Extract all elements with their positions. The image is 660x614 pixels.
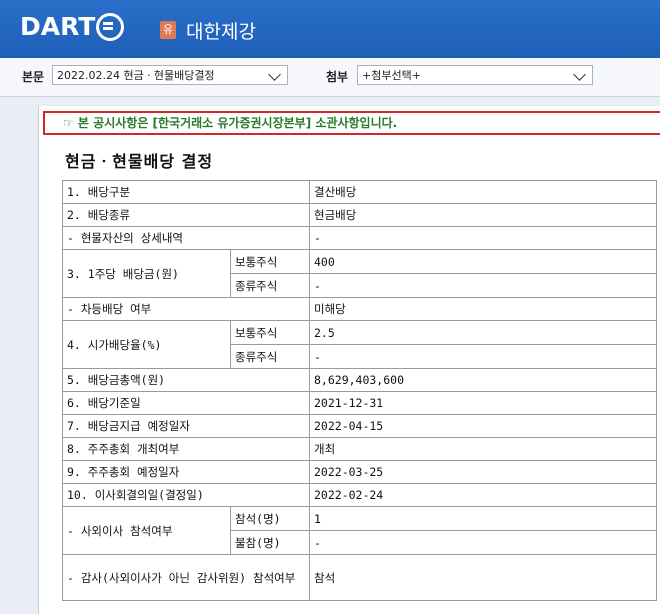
row-value: 개최 <box>309 437 657 461</box>
row-label: 1. 배당구분 <box>62 180 310 204</box>
header-bar: DART 유 대한제강 <box>0 0 660 58</box>
table-row: 9. 주주총회 예정일자 2022-03-25 <box>62 460 657 484</box>
row-value: 1 <box>309 506 657 531</box>
row-label: - 사외이사 참석여부 <box>62 506 231 555</box>
row-sublabel: 보통주식 <box>230 249 310 274</box>
row-sublabel: 불참(명) <box>230 530 310 555</box>
row-label: 7. 배당금지급 예정일자 <box>62 414 310 438</box>
row-label: 6. 배당기준일 <box>62 391 310 415</box>
row-sublabel: 참석(명) <box>230 506 310 531</box>
row-label: 4. 시가배당율(%) <box>62 320 231 369</box>
main-doc-select-value: 2022.02.24 현금ㆍ현물배당결정 <box>57 69 215 82</box>
row-label: 5. 배당금총액(원) <box>62 368 310 392</box>
row-value: 미해당 <box>309 297 657 321</box>
table-row: 3. 1주당 배당금(원) 보통주식 400 <box>62 249 657 298</box>
table-row: 7. 배당금지급 예정일자 2022-04-15 <box>62 414 657 438</box>
attach-label: 첨부 <box>326 70 349 84</box>
document-toolbar: 본문 2022.02.24 현금ㆍ현물배당결정 첨부 +첨부선택+ <box>0 58 660 97</box>
row-sublabel: 보통주식 <box>230 320 310 345</box>
row-value: 2021-12-31 <box>309 391 657 415</box>
row-sublabel: 종류주식 <box>230 273 310 298</box>
document-body: ☞ 본 공시사항은 [한국거래소 유가증권시장본부] 소관사항입니다. 현금ㆍ현… <box>38 106 660 614</box>
main-doc-label: 본문 <box>22 70 45 84</box>
table-row: 4. 시가배당율(%) 보통주식 2.5 <box>62 320 657 369</box>
row-label: 9. 주주총회 예정일자 <box>62 460 310 484</box>
table-row: 10. 이사회결의일(결정일) 2022-02-24 <box>62 483 657 507</box>
row-value: - <box>309 530 657 555</box>
row-value: 2.5 <box>309 320 657 345</box>
row-value: 8,629,403,600 <box>309 368 657 392</box>
row-value: 2022-02-24 <box>309 483 657 507</box>
table-row: 5. 배당금총액(원) 8,629,403,600 <box>62 368 657 392</box>
document-title: 현금ㆍ현물배당 결정 <box>65 152 214 171</box>
market-badge: 유 <box>160 21 176 39</box>
table-row: - 감사(사외이사가 아닌 감사위원) 참석여부 참석 <box>62 554 657 601</box>
chevron-down-icon <box>268 68 281 81</box>
table-row: 6. 배당기준일 2021-12-31 <box>62 391 657 415</box>
row-value: - <box>309 226 657 250</box>
main-doc-select[interactable]: 2022.02.24 현금ㆍ현물배당결정 <box>52 65 288 85</box>
chevron-down-icon <box>573 68 586 81</box>
row-sublabel: 종류주식 <box>230 344 310 369</box>
attach-select[interactable]: +첨부선택+ <box>357 65 593 85</box>
table-row: 2. 배당종류 현금배당 <box>62 203 657 227</box>
table-row: 8. 주주총회 개최여부 개최 <box>62 437 657 461</box>
row-value: 결산배당 <box>309 180 657 204</box>
row-value: 2022-03-25 <box>309 460 657 484</box>
logo-text: DART <box>20 12 96 41</box>
row-value: - <box>309 344 657 369</box>
dart-logo[interactable]: DART <box>20 12 125 41</box>
row-value: 2022-04-15 <box>309 414 657 438</box>
row-value: - <box>309 273 657 298</box>
row-label: 8. 주주총회 개최여부 <box>62 437 310 461</box>
jurisdiction-notice: ☞ 본 공시사항은 [한국거래소 유가증권시장본부] 소관사항입니다. <box>43 111 660 135</box>
row-value: 현금배당 <box>309 203 657 227</box>
row-label: 3. 1주당 배당금(원) <box>62 249 231 298</box>
table-row: - 차등배당 여부 미해당 <box>62 297 657 321</box>
attach-select-value: +첨부선택+ <box>362 69 421 82</box>
company-name[interactable]: 대한제강 <box>186 17 256 44</box>
logo-mark-icon <box>96 12 125 41</box>
row-label: 10. 이사회결의일(결정일) <box>62 483 310 507</box>
table-row: - 현물자산의 상세내역 - <box>62 226 657 250</box>
row-label: - 차등배당 여부 <box>62 297 310 321</box>
row-label: 2. 배당종류 <box>62 203 310 227</box>
table-row: 1. 배당구분 결산배당 <box>62 180 657 204</box>
row-value: 참석 <box>309 554 657 601</box>
row-value: 400 <box>309 249 657 274</box>
table-row: - 사외이사 참석여부 참석(명) 1 <box>62 506 657 555</box>
row-label: - 감사(사외이사가 아닌 감사위원) 참석여부 <box>62 554 310 601</box>
dividend-table: 1. 배당구분 결산배당 2. 배당종류 현금배당 - 현물자산의 상세내역 - 3.… <box>62 180 657 601</box>
row-label: - 현물자산의 상세내역 <box>62 226 310 250</box>
